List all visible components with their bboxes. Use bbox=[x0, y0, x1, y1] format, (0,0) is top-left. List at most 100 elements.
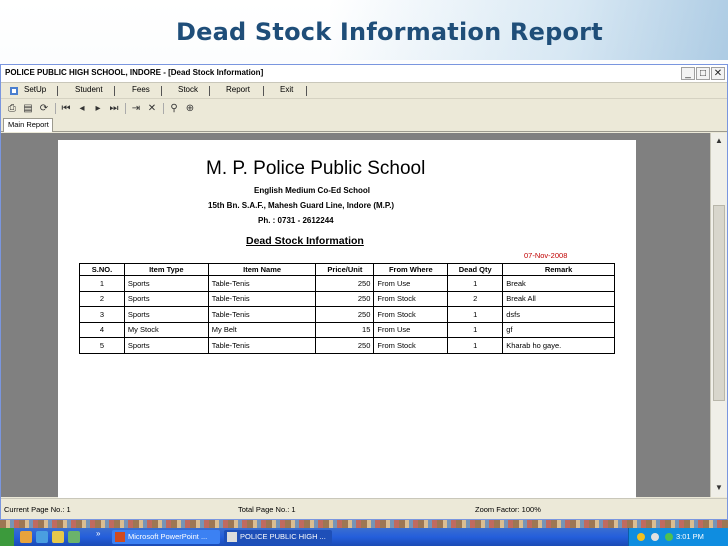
table-row: 3 Sports Table-Tenis 250 From Stock 1 ds… bbox=[79, 306, 615, 323]
slide-title: Dead Stock Information Report bbox=[176, 18, 603, 46]
cell-remark: gf bbox=[502, 321, 615, 338]
cell-item-name: Table-Tenis bbox=[207, 275, 317, 292]
cell-dead-qty: 1 bbox=[447, 337, 504, 354]
taskbar-clock: 3:01 PM bbox=[676, 532, 704, 541]
windows-taskbar: » Microsoft PowerPoint ... POLICE PUBLIC… bbox=[0, 528, 728, 546]
table-header-row: S.NO. Item Type Item Name Price/Unit Fro… bbox=[79, 263, 615, 276]
cell-item-type: Sports bbox=[123, 290, 209, 307]
refresh-icon[interactable]: ⟳ bbox=[37, 102, 51, 115]
cell-item-type: Sports bbox=[123, 337, 209, 354]
network-icon[interactable] bbox=[637, 533, 645, 541]
cell-price: 15 bbox=[315, 321, 375, 338]
cell-sno: 5 bbox=[79, 337, 125, 354]
media-icon[interactable] bbox=[68, 531, 80, 543]
minimize-button[interactable]: _ bbox=[681, 67, 695, 80]
column-header: From Where bbox=[373, 263, 449, 276]
menu-fees[interactable]: Fees bbox=[132, 85, 150, 94]
last-page-icon[interactable]: ⏭ bbox=[107, 102, 121, 115]
school-address: 15th Bn. S.A.F., Mahesh Guard Line, Indo… bbox=[208, 201, 395, 210]
close-button[interactable]: ✕ bbox=[711, 67, 725, 80]
taskbar-powerpoint-label: Microsoft PowerPoint ... bbox=[128, 532, 208, 541]
cell-dead-qty: 1 bbox=[447, 275, 504, 292]
volume-icon[interactable] bbox=[651, 533, 659, 541]
cell-from-where: From Use bbox=[373, 321, 449, 338]
cell-price: 250 bbox=[315, 275, 375, 292]
menu-stock[interactable]: Stock bbox=[178, 85, 198, 94]
taskbar-app-label: POLICE PUBLIC HIGH ... bbox=[240, 532, 326, 541]
report-date: 07-Nov-2008 bbox=[524, 251, 568, 260]
total-page-status: Total Page No.: 1 bbox=[238, 505, 296, 514]
cell-price: 250 bbox=[315, 290, 375, 307]
stop-icon[interactable]: ✕ bbox=[145, 102, 159, 115]
cell-item-name: Table-Tenis bbox=[207, 290, 317, 307]
export-icon[interactable]: ▤ bbox=[21, 102, 35, 115]
toolbar-separator bbox=[55, 103, 56, 114]
quicklaunch-overflow-icon[interactable]: » bbox=[96, 529, 100, 538]
cell-item-name: Table-Tenis bbox=[207, 337, 317, 354]
cell-from-where: From Stock bbox=[373, 337, 449, 354]
column-header: Remark bbox=[502, 263, 615, 276]
vertical-scrollbar[interactable]: ▲ ▼ bbox=[710, 133, 727, 497]
next-page-icon[interactable]: ▸ bbox=[91, 102, 105, 115]
cell-remark: dsfs bbox=[502, 306, 615, 323]
tab-main-report[interactable]: Main Report bbox=[3, 118, 53, 132]
window-titlebar: POLICE PUBLIC HIGH SCHOOL, INDORE - [Dea… bbox=[1, 65, 727, 83]
menu-separator bbox=[57, 86, 58, 96]
cell-dead-qty: 1 bbox=[447, 306, 504, 323]
first-page-icon[interactable]: ⏮ bbox=[59, 102, 73, 115]
scroll-down-icon[interactable]: ▼ bbox=[712, 481, 726, 495]
cell-remark: Break All bbox=[502, 290, 615, 307]
cell-item-type: My Stock bbox=[123, 321, 209, 338]
menu-report[interactable]: Report bbox=[226, 85, 250, 94]
security-icon[interactable] bbox=[665, 533, 673, 541]
app-window-icon bbox=[227, 532, 237, 542]
print-icon[interactable]: ⎙ bbox=[5, 102, 19, 115]
cell-item-name: Table-Tenis bbox=[207, 306, 317, 323]
scroll-thumb[interactable] bbox=[713, 205, 725, 401]
column-header: Dead Qty bbox=[447, 263, 504, 276]
status-bar: Current Page No.: 1 Total Page No.: 1 Zo… bbox=[1, 498, 727, 519]
table-row: 5 Sports Table-Tenis 250 From Stock 1 Kh… bbox=[79, 337, 615, 354]
cell-price: 250 bbox=[315, 306, 375, 323]
current-page-status: Current Page No.: 1 bbox=[4, 505, 71, 514]
cell-price: 250 bbox=[315, 337, 375, 354]
school-subtitle: English Medium Co-Ed School bbox=[254, 186, 370, 195]
internet-explorer-icon[interactable] bbox=[36, 531, 48, 543]
maximize-button[interactable]: □ bbox=[696, 67, 710, 80]
report-page: M. P. Police Public School English Mediu… bbox=[58, 140, 636, 498]
menu-exit[interactable]: Exit bbox=[280, 85, 293, 94]
toolbar-separator bbox=[125, 103, 126, 114]
menu-setup[interactable]: SetUp bbox=[24, 85, 46, 94]
column-header: S.NO. bbox=[79, 263, 125, 276]
setup-icon bbox=[10, 87, 18, 95]
table-row: 4 My Stock My Belt 15 From Use 1 gf bbox=[79, 321, 615, 338]
school-name: M. P. Police Public School bbox=[206, 158, 426, 179]
cell-from-where: From Stock bbox=[373, 306, 449, 323]
cell-item-name: My Belt bbox=[207, 321, 317, 338]
slide-footer-image bbox=[0, 520, 728, 528]
menu-bar: SetUp Student Fees Stock Report Exit bbox=[1, 83, 727, 99]
school-phone: Ph. : 0731 - 2612244 bbox=[258, 216, 334, 225]
start-button[interactable] bbox=[0, 528, 14, 546]
tab-strip: Main Report bbox=[1, 117, 727, 132]
menu-student[interactable]: Student bbox=[75, 85, 103, 94]
zoom-icon[interactable]: ⊕ bbox=[183, 102, 197, 115]
column-header: Item Type bbox=[123, 263, 209, 276]
goto-page-icon[interactable]: ⇥ bbox=[129, 102, 143, 115]
cell-remark: Break bbox=[502, 275, 615, 292]
cell-from-where: From Stock bbox=[373, 290, 449, 307]
folder-icon[interactable] bbox=[52, 531, 64, 543]
table-row: 1 Sports Table-Tenis 250 From Use 1 Brea… bbox=[79, 275, 615, 292]
menu-separator bbox=[161, 86, 162, 96]
cell-sno: 2 bbox=[79, 290, 125, 307]
taskbar-app-button[interactable]: POLICE PUBLIC HIGH ... bbox=[224, 530, 332, 544]
prev-page-icon[interactable]: ◂ bbox=[75, 102, 89, 115]
cell-dead-qty: 2 bbox=[447, 290, 504, 307]
taskbar-powerpoint-button[interactable]: Microsoft PowerPoint ... bbox=[112, 530, 220, 544]
cell-sno: 1 bbox=[79, 275, 125, 292]
scroll-up-icon[interactable]: ▲ bbox=[712, 134, 726, 148]
firefox-icon[interactable] bbox=[20, 531, 32, 543]
menu-separator bbox=[114, 86, 115, 96]
search-icon[interactable]: ⚲ bbox=[167, 102, 181, 115]
table-row: 2 Sports Table-Tenis 250 From Stock 2 Br… bbox=[79, 290, 615, 307]
